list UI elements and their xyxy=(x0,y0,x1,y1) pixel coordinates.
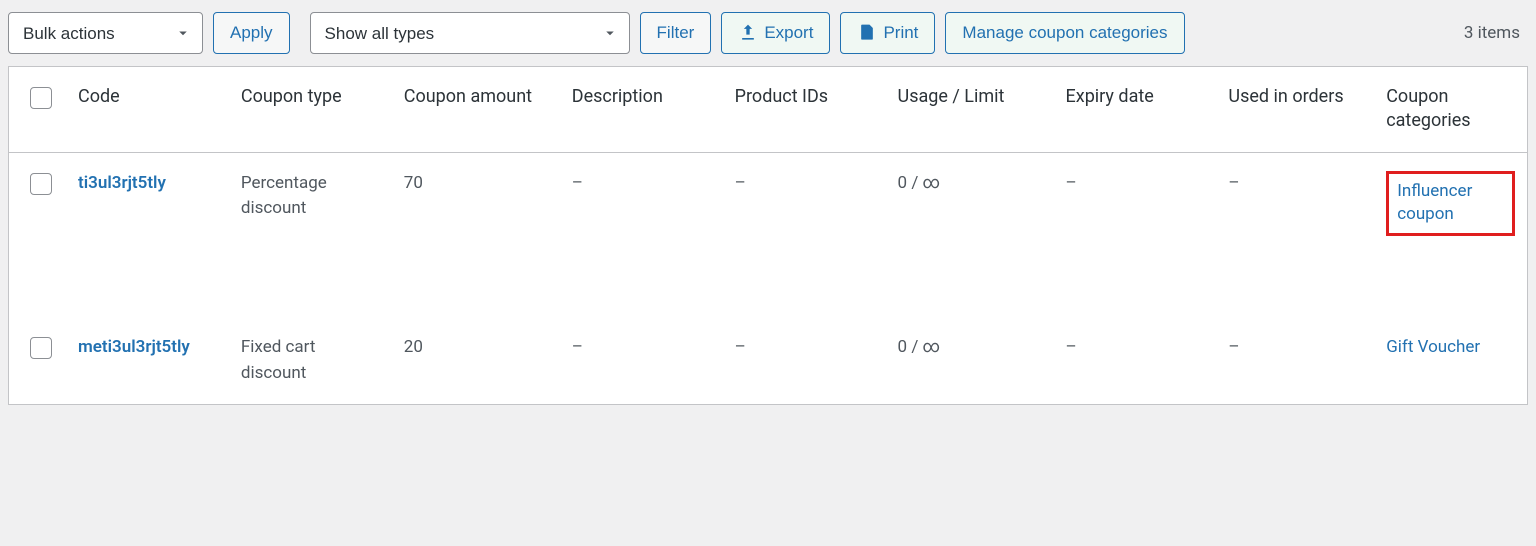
column-header-categories: Coupon categories xyxy=(1374,67,1527,152)
coupon-amount: 20 xyxy=(392,317,560,404)
table-header-row: Code Coupon type Coupon amount Descripti… xyxy=(9,67,1527,152)
coupons-table: Code Coupon type Coupon amount Descripti… xyxy=(8,66,1528,405)
items-count: 3 items xyxy=(1464,23,1528,43)
column-header-description: Description xyxy=(560,67,723,152)
coupon-type-filter-select[interactable]: Show all types xyxy=(310,12,630,54)
column-header-code[interactable]: Code xyxy=(66,67,229,152)
print-label: Print xyxy=(883,23,918,43)
print-icon xyxy=(857,23,877,43)
print-button[interactable]: Print xyxy=(840,12,935,54)
used-in-orders: – xyxy=(1216,152,1374,317)
export-button[interactable]: Export xyxy=(721,12,830,54)
column-header-product-ids: Product IDs xyxy=(723,67,886,152)
column-header-used-in-orders: Used in orders xyxy=(1216,67,1374,152)
apply-button[interactable]: Apply xyxy=(213,12,290,54)
manage-categories-button[interactable]: Manage coupon categories xyxy=(945,12,1184,54)
coupon-description: – xyxy=(560,317,723,404)
column-header-amount: Coupon amount xyxy=(392,67,560,152)
coupon-category-link[interactable]: Influencer coupon xyxy=(1397,181,1472,225)
export-label: Export xyxy=(764,23,813,43)
table-row: ti3ul3rjt5tlyPercentage discount70––0 / … xyxy=(9,152,1527,317)
usage-limit: 0 / ∞ xyxy=(886,317,1054,404)
row-checkbox[interactable] xyxy=(30,173,52,195)
coupon-code-link[interactable]: ti3ul3rjt5tly xyxy=(78,173,166,193)
export-icon xyxy=(738,23,758,43)
product-ids: – xyxy=(723,152,886,317)
category-highlight-box: Influencer coupon xyxy=(1386,171,1515,237)
toolbar: Bulk actions Apply Show all types Filter… xyxy=(8,8,1528,66)
table-row: meti3ul3rjt5tlyFixed cart discount20––0 … xyxy=(9,317,1527,404)
coupon-amount: 70 xyxy=(392,152,560,317)
coupon-code-link[interactable]: meti3ul3rjt5tly xyxy=(78,337,190,357)
coupon-category-link[interactable]: Gift Voucher xyxy=(1386,337,1480,357)
expiry-date: – xyxy=(1054,317,1217,404)
coupon-type: Percentage discount xyxy=(229,152,392,317)
product-ids: – xyxy=(723,317,886,404)
column-header-type: Coupon type xyxy=(229,67,392,152)
coupon-description: – xyxy=(560,152,723,317)
column-header-expiry: Expiry date xyxy=(1054,67,1217,152)
expiry-date: – xyxy=(1054,152,1217,317)
used-in-orders: – xyxy=(1216,317,1374,404)
usage-limit: 0 / ∞ xyxy=(886,152,1054,317)
column-header-usage-limit: Usage / Limit xyxy=(886,67,1054,152)
filter-button[interactable]: Filter xyxy=(640,12,712,54)
select-all-checkbox[interactable] xyxy=(30,87,52,109)
coupon-type: Fixed cart discount xyxy=(229,317,392,404)
row-checkbox[interactable] xyxy=(30,337,52,359)
bulk-actions-select[interactable]: Bulk actions xyxy=(8,12,203,54)
